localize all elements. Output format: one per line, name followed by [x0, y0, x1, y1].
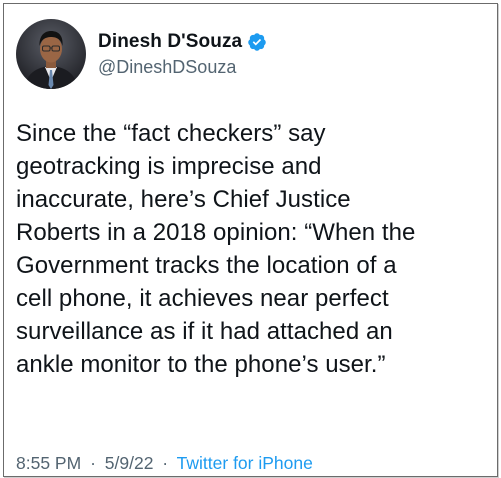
display-name-row: Dinesh D'Souza	[98, 31, 267, 53]
meta-separator: ·	[90, 453, 96, 473]
author-handle[interactable]: @DineshDSouza	[98, 57, 267, 78]
tweet-time[interactable]: 8:55 PM	[16, 453, 81, 473]
author-display-name[interactable]: Dinesh D'Souza	[98, 31, 242, 53]
tweet-card: Dinesh D'Souza @DineshDSouza Since the “…	[3, 3, 498, 477]
tweet-date[interactable]: 5/9/22	[105, 453, 154, 473]
tweet-meta: 8:55 PM · 5/9/22 · Twitter for iPhone	[16, 453, 313, 474]
author-names: Dinesh D'Souza @DineshDSouza	[98, 31, 267, 78]
meta-separator: ·	[162, 453, 169, 473]
tweet-header: Dinesh D'Souza @DineshDSouza	[16, 18, 267, 90]
tweet-source-link[interactable]: Twitter for iPhone	[177, 453, 313, 473]
tweet-text: Since the “fact checkers” say geotrackin…	[16, 120, 416, 378]
avatar-photo-icon	[16, 19, 86, 89]
author-avatar[interactable]	[16, 19, 86, 89]
verified-badge-icon	[247, 32, 267, 52]
